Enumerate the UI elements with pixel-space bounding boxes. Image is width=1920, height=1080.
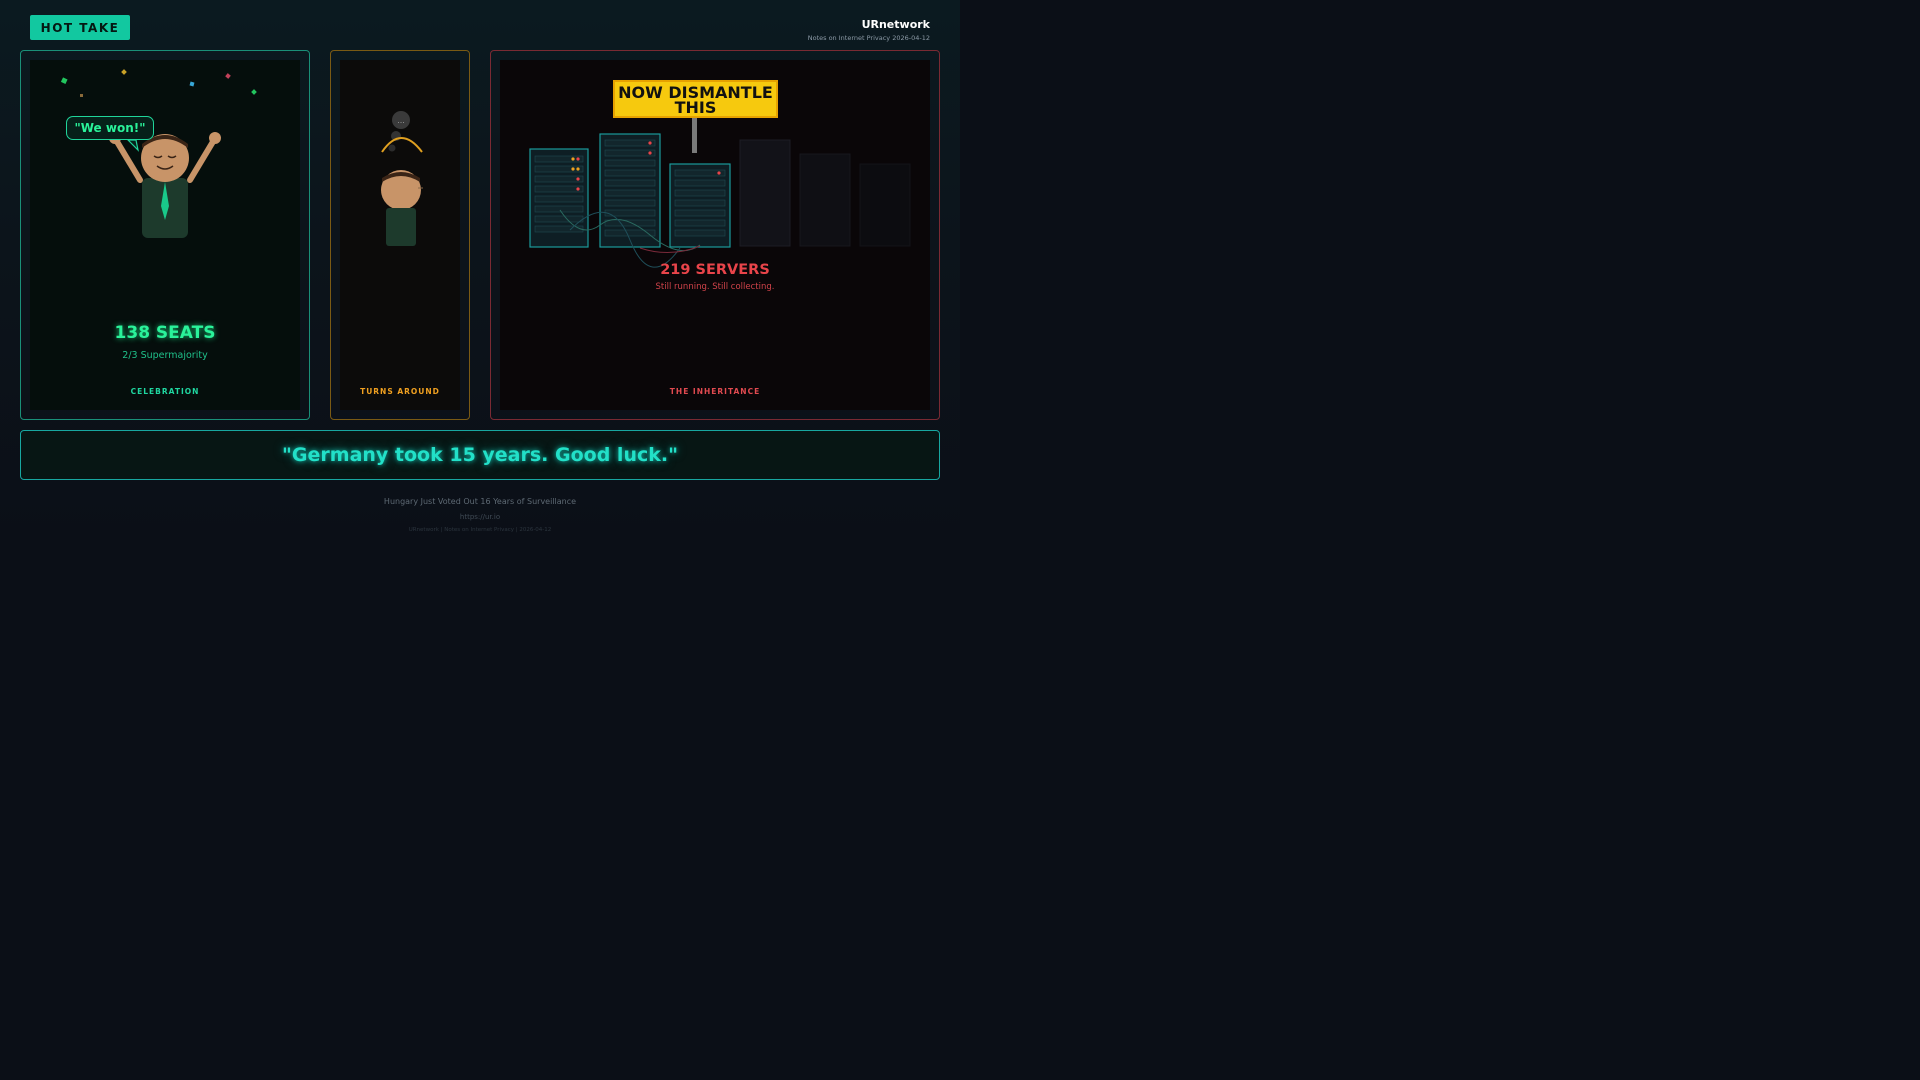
quote-box: "Germany took 15 years. Good luck." xyxy=(20,430,940,480)
confetti-piece xyxy=(60,77,68,84)
inheritance-panel-inner: NOW DISMANTLE THIS 219 SERVERS Still run… xyxy=(500,60,930,410)
celebration-panel-inner: "We won!" 138 SEATS 2/3 Supermajority CE… xyxy=(30,60,300,410)
sign-post xyxy=(692,117,697,153)
turns-around-panel: ... TURNS AROUND xyxy=(330,50,470,420)
inheritance-caption: THE INHERITANCE xyxy=(669,387,761,396)
brand-subtitle: Notes on Internet Privacy 2026-04-12 xyxy=(807,34,930,42)
right-hand xyxy=(209,132,221,144)
faded-server-rack xyxy=(739,139,791,247)
thought-dot xyxy=(388,144,396,152)
hot-take-badge: HOT TAKE xyxy=(30,15,130,40)
turns-around-panel-inner: ... TURNS AROUND xyxy=(340,60,460,410)
celebration-caption: CELEBRATION xyxy=(130,387,200,396)
server-rack-1 xyxy=(529,148,589,248)
turns-around-illustration: ... xyxy=(381,111,423,246)
servers-subtitle: Still running. Still collecting. xyxy=(655,282,775,292)
server-rack-2 xyxy=(599,133,661,248)
confetti-piece xyxy=(121,69,127,75)
brand-name: URnetwork xyxy=(861,18,930,31)
bubble-tail xyxy=(126,139,139,152)
faded-server-rack xyxy=(859,163,911,247)
celebration-panel: "We won!" 138 SEATS 2/3 Supermajority CE… xyxy=(20,50,310,420)
dismantle-sign: NOW DISMANTLE THIS xyxy=(613,80,778,118)
inheritance-panel: NOW DISMANTLE THIS 219 SERVERS Still run… xyxy=(490,50,940,420)
footer-link[interactable]: https://ur.io xyxy=(0,513,960,521)
footer-note: URnetwork | Notes on Internet Privacy | … xyxy=(408,527,552,533)
worry-arc xyxy=(381,137,423,153)
footer-title: Hungary Just Voted Out 16 Years of Surve… xyxy=(383,497,577,506)
quote-text: "Germany took 15 years. Good luck." xyxy=(282,444,678,466)
thought-ellipsis: ... xyxy=(397,116,405,125)
turns-around-caption: TURNS AROUND xyxy=(360,387,440,396)
speech-bubble: "We won!" xyxy=(66,116,154,140)
confetti-piece xyxy=(80,94,83,97)
server-rack-3 xyxy=(669,163,731,248)
majority-label: 2/3 Supermajority xyxy=(122,350,208,361)
right-arm xyxy=(187,137,217,183)
faded-server-rack xyxy=(799,153,851,247)
confetti-piece xyxy=(251,89,257,95)
poster: HOT TAKE URnetwork Notes on Internet Pri… xyxy=(0,0,960,540)
servers-count: 219 SERVERS xyxy=(660,262,770,278)
body xyxy=(386,208,416,246)
confetti-piece xyxy=(189,81,195,87)
seats-count: 138 SEATS xyxy=(114,323,216,343)
brand-block: URnetwork Notes on Internet Privacy 2026… xyxy=(808,18,930,42)
confetti-piece xyxy=(225,73,231,79)
